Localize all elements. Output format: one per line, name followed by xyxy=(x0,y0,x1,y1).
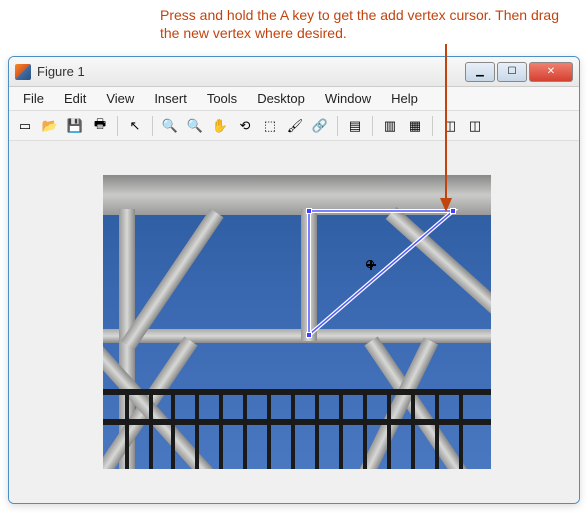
menu-edit[interactable]: Edit xyxy=(54,88,96,109)
print-icon[interactable]: 🖶 xyxy=(88,114,112,138)
minimize-button[interactable]: ▁ xyxy=(465,62,495,82)
instruction-annotation: Press and hold the A key to get the add … xyxy=(160,6,570,42)
image-content xyxy=(103,369,491,469)
toolbar-separator xyxy=(152,116,153,136)
roi-vertex[interactable] xyxy=(306,208,312,214)
menu-tools[interactable]: Tools xyxy=(197,88,247,109)
matlab-icon xyxy=(15,64,31,80)
window-title: Figure 1 xyxy=(37,64,465,79)
save-icon[interactable]: 💾 xyxy=(63,114,87,138)
open-icon[interactable]: 📂 xyxy=(38,114,62,138)
maximize-button[interactable]: ☐ xyxy=(497,62,527,82)
menu-file[interactable]: File xyxy=(13,88,54,109)
figure-window: Figure 1 ▁ ☐ ✕ File Edit View Insert Too… xyxy=(8,56,580,504)
toolbar-separator xyxy=(337,116,338,136)
image-content xyxy=(103,175,491,215)
plot-tools-icon[interactable]: ▦ xyxy=(403,114,427,138)
toolbar-separator xyxy=(372,116,373,136)
pointer-icon[interactable]: ↖ xyxy=(123,114,147,138)
pan-icon[interactable]: ✋ xyxy=(208,114,232,138)
zoom-in-icon[interactable]: 🔍 xyxy=(158,114,182,138)
new-figure-icon[interactable]: ▭ xyxy=(13,114,37,138)
toolbar-separator xyxy=(117,116,118,136)
image-axes[interactable] xyxy=(103,175,491,469)
menu-help[interactable]: Help xyxy=(381,88,428,109)
titlebar[interactable]: Figure 1 ▁ ☐ ✕ xyxy=(9,57,579,87)
zoom-out-icon[interactable]: 🔍 xyxy=(183,114,207,138)
legend-icon[interactable]: ▥ xyxy=(378,114,402,138)
annotation-arrow xyxy=(440,44,452,216)
add-vertex-cursor[interactable] xyxy=(366,260,376,270)
brush-icon[interactable]: 🖌 xyxy=(283,114,307,138)
colorbar-icon[interactable]: ▤ xyxy=(343,114,367,138)
menu-view[interactable]: View xyxy=(96,88,144,109)
image-content xyxy=(386,207,491,346)
canvas-area xyxy=(9,141,579,503)
toolbar: ▭📂💾🖶↖🔍🔍✋⟲⬚🖌🔗▤▥▦◫◫ xyxy=(9,111,579,141)
menubar: File Edit View Insert Tools Desktop Wind… xyxy=(9,87,579,111)
toolbar-separator xyxy=(432,116,433,136)
menu-window[interactable]: Window xyxy=(315,88,381,109)
rotate-icon[interactable]: ⟲ xyxy=(233,114,257,138)
menu-insert[interactable]: Insert xyxy=(144,88,197,109)
roi-vertex[interactable] xyxy=(306,332,312,338)
datatip-icon[interactable]: ⬚ xyxy=(258,114,282,138)
close-button[interactable]: ✕ xyxy=(529,62,573,82)
show-tools-icon[interactable]: ◫ xyxy=(463,114,487,138)
image-content xyxy=(301,209,317,341)
link-icon[interactable]: 🔗 xyxy=(308,114,332,138)
menu-desktop[interactable]: Desktop xyxy=(247,88,315,109)
